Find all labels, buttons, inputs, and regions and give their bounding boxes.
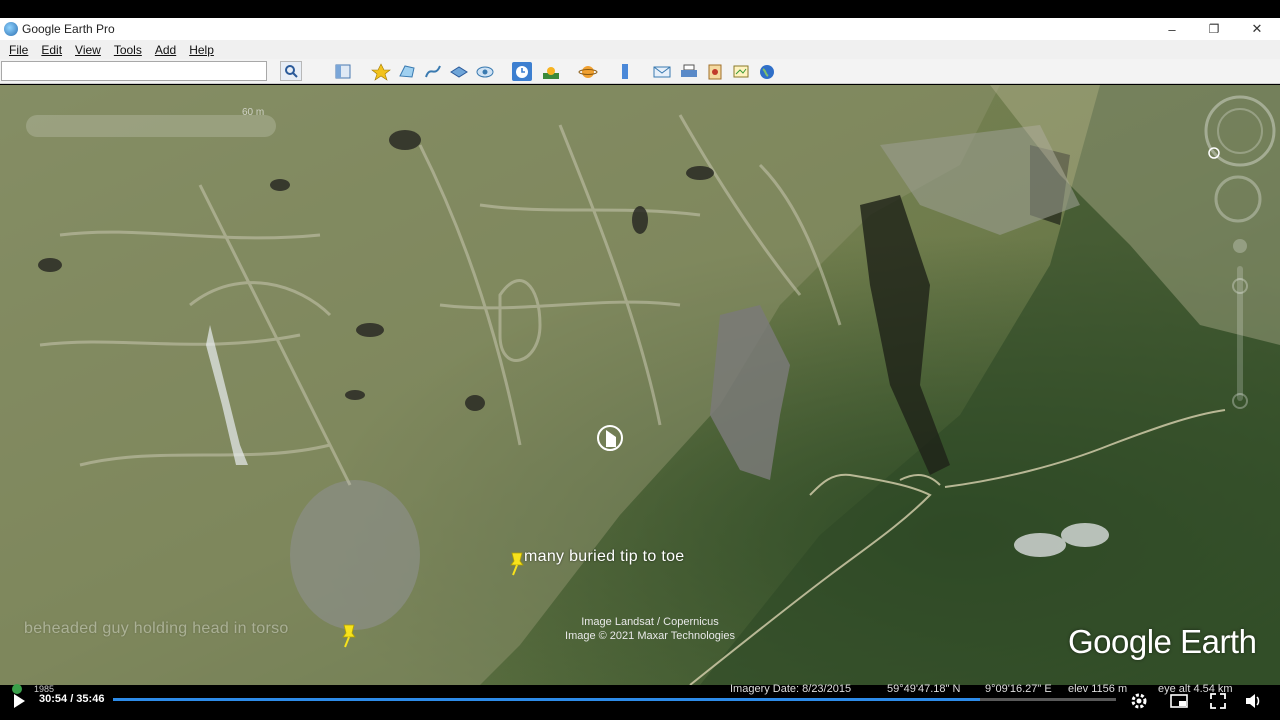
move-joystick[interactable] [1214, 175, 1262, 223]
speaker-icon [1246, 694, 1260, 708]
menu-view[interactable]: View [75, 43, 101, 57]
satellite-terrain [0, 85, 1280, 685]
earth-icon [760, 65, 774, 79]
toolbar [0, 59, 1280, 84]
sun-icon [543, 67, 559, 79]
google-earth-app-icon [4, 22, 18, 36]
email-icon [653, 66, 671, 78]
search-button[interactable] [280, 61, 302, 81]
menu-help[interactable]: Help [189, 43, 214, 57]
ruler-icon [622, 64, 628, 79]
progress-fill [113, 698, 980, 701]
placemark-label[interactable]: beheaded guy holding head in torso [24, 620, 289, 638]
add-placemark-button[interactable] [371, 62, 391, 81]
navigation-controls[interactable] [1200, 91, 1280, 421]
menu-file[interactable]: File [9, 43, 28, 57]
maps-icon [733, 65, 749, 78]
scale-bar [26, 115, 276, 137]
polygon-icon [399, 65, 415, 78]
view-in-maps-button[interactable] [731, 62, 751, 81]
fullscreen-button[interactable] [1206, 690, 1230, 712]
restore-button[interactable]: ❐ [1194, 18, 1234, 40]
google-earth-logo: Google Earth [1068, 623, 1257, 660]
volume-button[interactable] [1241, 690, 1265, 712]
look-joystick[interactable] [1204, 95, 1276, 167]
add-polygon-button[interactable] [397, 62, 417, 81]
placemark-icon [371, 63, 391, 81]
print-button[interactable] [679, 62, 699, 81]
menu-tools[interactable]: Tools [114, 43, 142, 57]
pushpin-icon[interactable] [340, 623, 358, 649]
minimize-button[interactable]: – [1152, 18, 1192, 40]
street-view-pegman-icon[interactable] [1233, 239, 1247, 253]
sunlight-button[interactable] [541, 62, 561, 81]
title-bar: Google Earth Pro – ❐ ✕ [0, 18, 1280, 40]
earth-button[interactable] [757, 62, 777, 81]
scale-label: 60 m [242, 107, 265, 118]
play-icon [14, 694, 25, 708]
settings-button[interactable] [1127, 690, 1151, 712]
attribution-line: Image Landsat / Copernicus [581, 616, 719, 628]
menu-add[interactable]: Add [155, 43, 176, 57]
record-tour-button[interactable] [475, 62, 495, 81]
save-image-button[interactable] [705, 62, 725, 81]
zoom-slider[interactable] [1237, 266, 1243, 401]
historical-imagery-icon [516, 66, 528, 78]
time-display: 30:54 / 35:46 [39, 693, 105, 705]
attribution-line: Image © 2021 Maxar Technologies [565, 630, 735, 642]
add-image-overlay-button[interactable] [449, 62, 469, 81]
tour-icon [476, 66, 494, 78]
ruler-button[interactable] [615, 62, 635, 81]
sidebar-icon [335, 64, 351, 79]
imagery-attribution: Image Landsat / Copernicus Image © 2021 … [520, 615, 780, 643]
progress-bar[interactable] [113, 698, 1116, 701]
menu-edit[interactable]: Edit [41, 43, 62, 57]
planets-icon [578, 66, 598, 78]
search-input[interactable] [1, 61, 267, 81]
menu-bar: File Edit View Tools Add Help [0, 40, 1280, 59]
sidebar-toggle-button[interactable] [333, 62, 353, 81]
overlay-icon [450, 66, 468, 78]
planets-button[interactable] [578, 62, 598, 81]
email-button[interactable] [652, 62, 672, 81]
gear-icon [1131, 693, 1147, 709]
save-image-icon [708, 64, 722, 80]
map-view[interactable]: 60 m many buried tip to toe beheaded guy… [0, 85, 1280, 685]
historical-imagery-button[interactable] [512, 62, 532, 81]
placemark-label[interactable]: many buried tip to toe [524, 548, 684, 566]
picture-in-picture-button[interactable] [1167, 690, 1191, 712]
add-path-button[interactable] [423, 62, 443, 81]
search-icon [285, 65, 298, 78]
video-frame: Google Earth Pro – ❐ ✕ File Edit View To… [0, 0, 1280, 720]
window-title: Google Earth Pro [22, 22, 115, 36]
fullscreen-icon [1210, 693, 1226, 709]
path-icon [425, 65, 441, 78]
video-player-controls: 30:54 / 35:46 [0, 690, 1280, 720]
play-button[interactable] [7, 690, 31, 712]
close-button[interactable]: ✕ [1237, 18, 1277, 40]
pip-icon [1170, 694, 1188, 708]
print-icon [681, 64, 697, 77]
